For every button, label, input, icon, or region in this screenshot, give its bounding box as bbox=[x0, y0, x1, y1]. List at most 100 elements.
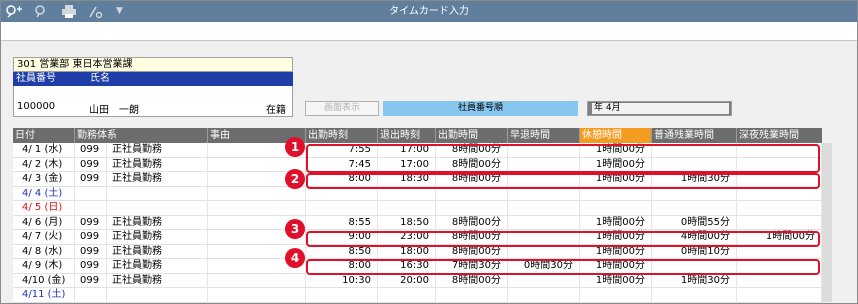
work-type-cell[interactable]: 正社員勤務 bbox=[107, 259, 208, 273]
work-type-cell[interactable] bbox=[107, 186, 208, 201]
work-hours-cell[interactable]: 8時間00分 bbox=[436, 273, 508, 288]
table-row[interactable]: 4/ 6 (月) 099 正社員勤務 8:55 18:50 8時間00分 1時間00分 0時間… bbox=[13, 215, 822, 230]
sort-order-button[interactable]: 社員番号順 bbox=[383, 101, 578, 116]
overtime-cell[interactable]: 1時間30分 bbox=[652, 273, 737, 288]
clock-out-cell[interactable]: 18:50 bbox=[378, 215, 436, 230]
date-cell: 4/11 (土) bbox=[13, 288, 75, 302]
date-cell: 4/ 9 (木) bbox=[13, 259, 75, 273]
work-code-cell[interactable]: 099 bbox=[75, 273, 107, 288]
table-row[interactable]: 4/ 5 (日) bbox=[13, 201, 822, 216]
col-date: 日付 bbox=[13, 128, 75, 143]
vertical-scrollbar[interactable] bbox=[822, 143, 832, 302]
work-code-cell[interactable]: 099 bbox=[75, 172, 107, 186]
work-code-cell[interactable]: 099 bbox=[75, 230, 107, 244]
work-type-cell[interactable]: 正社員勤務 bbox=[107, 244, 208, 259]
col-work-hours: 出勤時間 bbox=[436, 128, 508, 143]
work-code-cell[interactable] bbox=[75, 186, 107, 201]
date-cell: 4/ 4 (土) bbox=[13, 186, 75, 201]
date-cell: 4/ 6 (月) bbox=[13, 215, 75, 230]
work-code-cell[interactable] bbox=[75, 288, 107, 302]
work-code-cell[interactable]: 099 bbox=[75, 244, 107, 259]
col-work-type: 勤務体系 bbox=[75, 128, 208, 143]
employee-id-header: 社員番号 bbox=[16, 73, 56, 84]
reason-cell[interactable] bbox=[208, 288, 306, 302]
highlight-box-4 bbox=[306, 259, 820, 275]
employee-id: 100000 bbox=[17, 101, 56, 112]
grid-header: 日付 勤務体系 事由 出勤時刻 退出時刻 出勤時間 早退時間 休憩時間 普通残業… bbox=[13, 128, 822, 143]
clock-in-cell[interactable]: 10:30 bbox=[306, 273, 378, 288]
date-cell: 4/ 1 (水) bbox=[13, 143, 75, 157]
month-selector[interactable]: 年 4月 bbox=[587, 101, 732, 116]
col-clock-out: 退出時刻 bbox=[378, 128, 436, 143]
overtime-cell[interactable] bbox=[652, 201, 737, 215]
employee-name: 山田 一朗 bbox=[89, 105, 139, 116]
overtime-cell[interactable]: 0時間55分 bbox=[652, 215, 737, 230]
employee-name-header: 氏名 bbox=[90, 73, 110, 84]
work-code-cell[interactable]: 099 bbox=[75, 157, 107, 172]
work-type-cell[interactable]: 正社員勤務 bbox=[107, 215, 208, 230]
work-type-cell[interactable]: 正社員勤務 bbox=[107, 157, 208, 172]
col-break: 休憩時間 bbox=[580, 128, 652, 143]
toolbar-strip bbox=[1, 22, 857, 41]
employee-header: 社員番号 氏名 bbox=[13, 72, 293, 86]
night-overtime-cell[interactable] bbox=[737, 273, 822, 288]
reason-cell[interactable] bbox=[208, 273, 306, 288]
callout-badge-4: 4 bbox=[285, 248, 305, 268]
work-type-cell[interactable]: 正社員勤務 bbox=[107, 172, 208, 186]
break-cell[interactable] bbox=[580, 201, 652, 215]
early-leave-cell[interactable] bbox=[508, 288, 580, 302]
work-type-cell[interactable] bbox=[107, 201, 208, 215]
work-hours-cell[interactable]: 8時間00分 bbox=[436, 215, 508, 230]
work-type-cell[interactable] bbox=[107, 288, 208, 302]
highlight-box-3 bbox=[306, 231, 820, 247]
early-leave-cell[interactable] bbox=[508, 215, 580, 230]
clock-in-cell[interactable]: 8:55 bbox=[306, 215, 378, 230]
highlight-box-2 bbox=[306, 173, 820, 189]
clock-out-cell[interactable] bbox=[378, 288, 436, 302]
work-type-cell[interactable]: 正社員勤務 bbox=[107, 273, 208, 288]
clock-out-cell[interactable]: 20:00 bbox=[378, 273, 436, 288]
col-clock-in: 出勤時刻 bbox=[306, 128, 378, 143]
date-cell: 4/10 (金) bbox=[13, 273, 75, 288]
clock-in-cell[interactable] bbox=[306, 201, 378, 215]
employee-record[interactable]: 100000 山田 一朗 在籍 bbox=[13, 86, 293, 117]
early-leave-cell[interactable] bbox=[508, 201, 580, 215]
work-hours-cell[interactable] bbox=[436, 201, 508, 215]
date-cell: 4/ 8 (水) bbox=[13, 244, 75, 259]
table-row[interactable]: 4/10 (金) 099 正社員勤務 10:30 20:00 8時間00分 1時間00分 1時… bbox=[13, 273, 822, 288]
early-leave-cell[interactable] bbox=[508, 273, 580, 288]
clock-in-cell[interactable] bbox=[306, 288, 378, 302]
col-overtime: 普通残業時間 bbox=[652, 128, 737, 143]
reason-cell[interactable] bbox=[208, 201, 306, 215]
callout-badge-3: 3 bbox=[285, 219, 305, 239]
work-type-cell[interactable]: 正社員勤務 bbox=[107, 230, 208, 244]
work-code-cell[interactable]: 099 bbox=[75, 143, 107, 157]
night-overtime-cell[interactable] bbox=[737, 215, 822, 230]
display-button[interactable]: 画面表示 bbox=[305, 101, 379, 116]
work-hours-cell[interactable] bbox=[436, 288, 508, 302]
date-cell: 4/ 7 (火) bbox=[13, 230, 75, 244]
work-code-cell[interactable] bbox=[75, 201, 107, 215]
work-code-cell[interactable]: 099 bbox=[75, 215, 107, 230]
work-code-cell[interactable]: 099 bbox=[75, 259, 107, 273]
window-title: タイムカード入力 bbox=[389, 6, 469, 17]
clock-out-cell[interactable] bbox=[378, 201, 436, 215]
col-early-leave: 早退時間 bbox=[508, 128, 580, 143]
date-cell: 4/ 5 (日) bbox=[13, 201, 75, 215]
night-overtime-cell[interactable] bbox=[737, 201, 822, 215]
col-night-overtime: 深夜残業時間 bbox=[739, 130, 799, 141]
department-label: 301 営業部 東日本営業課 bbox=[13, 57, 293, 72]
callout-badge-1: 1 bbox=[285, 137, 305, 157]
night-overtime-cell[interactable] bbox=[737, 288, 822, 302]
date-cell: 4/ 3 (金) bbox=[13, 172, 75, 186]
break-cell[interactable]: 1時間00分 bbox=[580, 273, 652, 288]
work-type-cell[interactable]: 正社員勤務 bbox=[107, 143, 208, 157]
employee-status: 在籍 bbox=[266, 105, 286, 116]
overtime-cell[interactable] bbox=[652, 288, 737, 302]
break-cell[interactable]: 1時間00分 bbox=[580, 215, 652, 230]
month-value: 年 4月 bbox=[592, 103, 729, 114]
break-cell[interactable] bbox=[580, 288, 652, 302]
title-bar: ▼ タイムカード入力 bbox=[1, 1, 857, 22]
table-row[interactable]: 4/11 (土) bbox=[13, 288, 822, 303]
date-cell: 4/ 2 (木) bbox=[13, 157, 75, 172]
